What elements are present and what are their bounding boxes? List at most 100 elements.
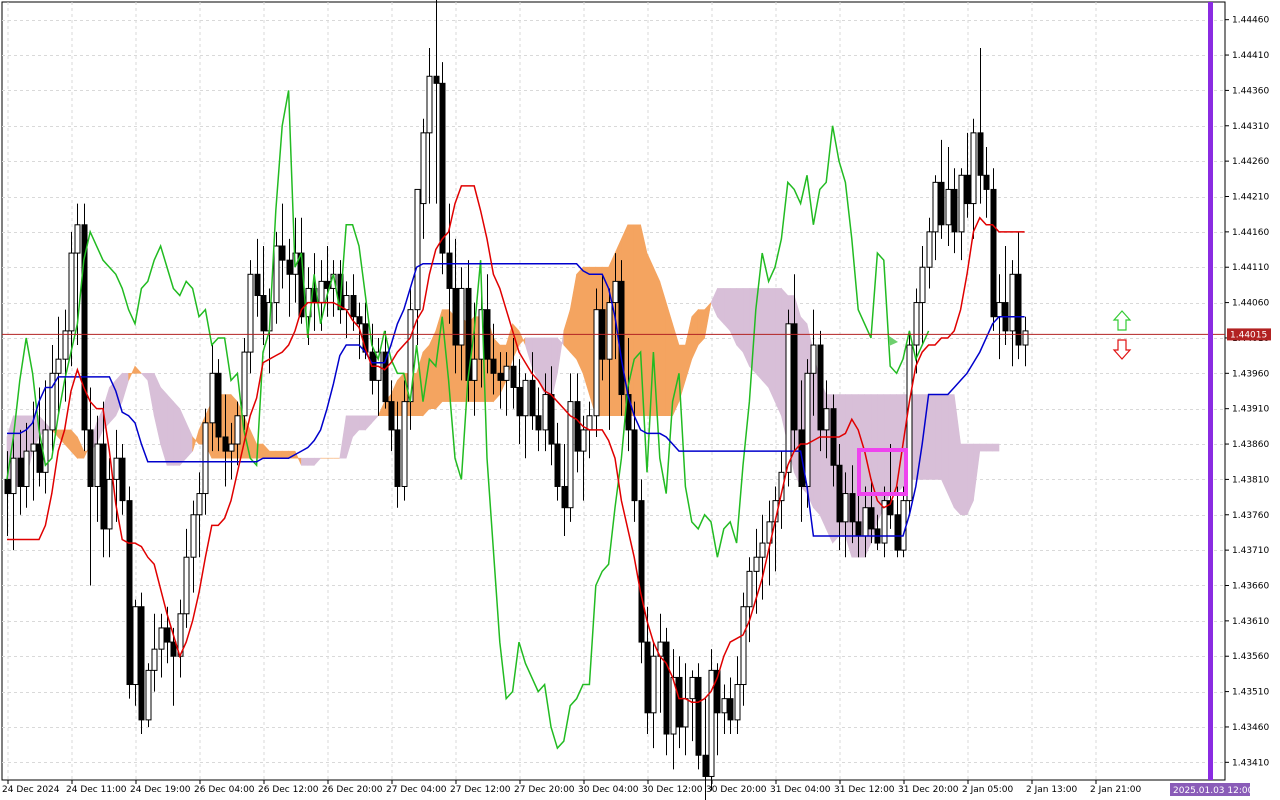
- candle-body: [151, 648, 158, 671]
- cloud-segment: [365, 415, 373, 431]
- candle-body: [746, 570, 753, 608]
- candle-body: [759, 542, 766, 558]
- candle-body: [586, 415, 593, 431]
- candle-body: [4, 478, 11, 495]
- x-tick-label: 26 Dec 04:00: [194, 785, 255, 795]
- candle-body: [170, 641, 177, 657]
- candle-body: [676, 676, 683, 728]
- x-tick-label: 27 Dec 20:00: [514, 785, 575, 795]
- candle-body: [94, 443, 101, 487]
- cloud-segment: [301, 457, 309, 466]
- x-tick-label: 30 Dec 04:00: [578, 785, 639, 795]
- candle-body: [138, 606, 145, 721]
- candle-body: [126, 500, 133, 686]
- cloud-segment: [77, 436, 85, 459]
- candle-body: [286, 259, 293, 275]
- y-tick-label: 1.44160: [1232, 228, 1269, 238]
- candle-body: [433, 75, 440, 84]
- cloud-segment: [742, 288, 750, 367]
- cloud-segment: [179, 408, 187, 467]
- candle-body: [510, 365, 517, 388]
- cloud-segment: [416, 352, 424, 417]
- candle-body: [862, 507, 869, 537]
- y-tick-label: 1.43910: [1232, 405, 1269, 415]
- candle-body: [350, 295, 357, 318]
- candle-body: [439, 82, 446, 254]
- candle-body: [106, 478, 113, 530]
- cloud-segment: [307, 457, 315, 466]
- candle-body: [164, 627, 171, 643]
- candle-body: [228, 443, 235, 452]
- candle-body: [593, 309, 600, 417]
- x-tick-label: 30 Dec 12:00: [642, 785, 703, 795]
- candle-body: [394, 429, 401, 487]
- candle-body: [791, 323, 798, 431]
- candle-body: [932, 181, 939, 233]
- candle-body: [740, 606, 747, 686]
- y-tick-label: 1.43510: [1232, 688, 1269, 698]
- cloud-segment: [761, 288, 769, 389]
- cloud-segment: [173, 400, 181, 466]
- cloud-segment: [262, 443, 270, 459]
- cloud-segment: [563, 309, 571, 353]
- ichimoku-chart[interactable]: 1.44460 1.44410 1.44360 1.44310 1.44260 1.442…: [0, 0, 1280, 800]
- x-tick-label: 30 Dec 20:00: [706, 785, 767, 795]
- candle-body: [855, 521, 862, 537]
- candle-body: [938, 181, 945, 226]
- cloud-segment: [518, 330, 526, 346]
- candle-body: [913, 302, 920, 346]
- cloud-segment: [697, 309, 705, 346]
- signal-marker: [889, 336, 898, 346]
- time-axis: 24 Dec 2024 24 Dec 11:00 24 Dec 19:00 26 De…: [2, 780, 1254, 796]
- candle-body: [721, 698, 728, 714]
- candle-body: [529, 379, 536, 417]
- cloud-segment: [371, 415, 379, 424]
- candle-body: [682, 698, 689, 728]
- arrow-up-icon: [1112, 310, 1132, 331]
- y-tick-label: 1.43810: [1232, 475, 1269, 485]
- candle-body: [1009, 273, 1016, 332]
- candle-body: [420, 132, 427, 205]
- candle-body: [734, 684, 741, 721]
- candle-body: [631, 429, 638, 502]
- cloud-segment: [557, 330, 565, 374]
- y-tick-label: 1.44210: [1232, 193, 1269, 203]
- x-tick-label: 31 Dec 20:00: [898, 785, 959, 795]
- cloud-segment: [736, 288, 744, 353]
- cloud-segment: [941, 394, 949, 494]
- cloud-segment: [966, 443, 974, 515]
- candle-body: [958, 174, 965, 233]
- candle-body: [574, 401, 581, 452]
- candle-body: [202, 422, 209, 495]
- cloud-segment: [665, 302, 673, 417]
- cloud-segment: [576, 266, 584, 374]
- cloud-segment: [685, 316, 693, 381]
- candle-body: [132, 606, 139, 686]
- candle-body: [919, 266, 926, 304]
- candle-body: [196, 493, 203, 516]
- current-price-label: 1.44015: [1230, 330, 1267, 340]
- candle-body: [618, 280, 625, 396]
- y-tick-label: 1.43660: [1232, 582, 1269, 592]
- candle-body: [401, 401, 408, 487]
- cloud-segment: [845, 394, 853, 558]
- candle-body: [817, 344, 824, 431]
- candle-body: [785, 323, 792, 473]
- cloud-segment: [140, 373, 149, 382]
- y-tick-label: 1.44060: [1232, 299, 1269, 309]
- y-tick-label: 1.44260: [1232, 157, 1269, 167]
- cloud-segment: [928, 394, 936, 480]
- x-tick-label: 27 Dec 12:00: [450, 785, 511, 795]
- candle-body: [458, 287, 465, 346]
- y-tick-label: 1.43460: [1232, 723, 1269, 733]
- cloud-segment: [275, 450, 283, 459]
- candle-body: [62, 330, 69, 360]
- candle-body: [318, 280, 325, 304]
- cloud-segment: [774, 288, 782, 416]
- cloud-segment: [723, 288, 731, 332]
- x-tick-label: 24 Dec 11:00: [66, 785, 127, 795]
- future-time-marker: [1208, 2, 1213, 780]
- candle-body: [55, 358, 62, 374]
- candle-body: [868, 507, 875, 530]
- cloud-segment: [166, 393, 174, 466]
